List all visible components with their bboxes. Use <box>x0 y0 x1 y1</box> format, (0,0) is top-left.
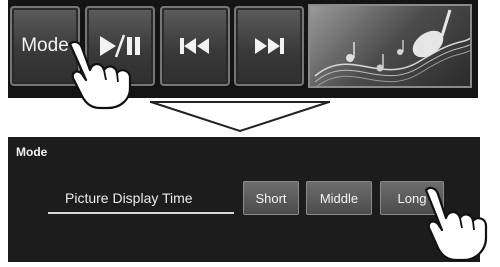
next-track-button[interactable] <box>234 6 304 86</box>
previous-track-button[interactable] <box>160 6 230 86</box>
middle-button[interactable]: Middle <box>306 181 372 215</box>
next-track-icon <box>252 36 286 56</box>
short-button[interactable]: Short <box>243 181 299 215</box>
pointing-hand-icon <box>64 40 144 115</box>
down-arrow-icon <box>150 100 332 139</box>
mode-settings-panel: Mode Picture Display Time Short Middle L… <box>8 137 480 262</box>
setting-underline <box>48 212 234 214</box>
setting-label-picture-display-time: Picture Display Time <box>65 190 193 206</box>
short-button-label: Short <box>255 190 287 206</box>
middle-button-label: Middle <box>319 190 359 206</box>
music-notes-icon <box>314 9 470 86</box>
previous-track-icon <box>178 36 212 56</box>
panel-title: Mode <box>16 145 48 159</box>
pointing-hand-icon <box>420 186 500 267</box>
music-notes-thumbnail[interactable] <box>308 4 472 88</box>
mode-button-label: Mode <box>21 35 69 56</box>
